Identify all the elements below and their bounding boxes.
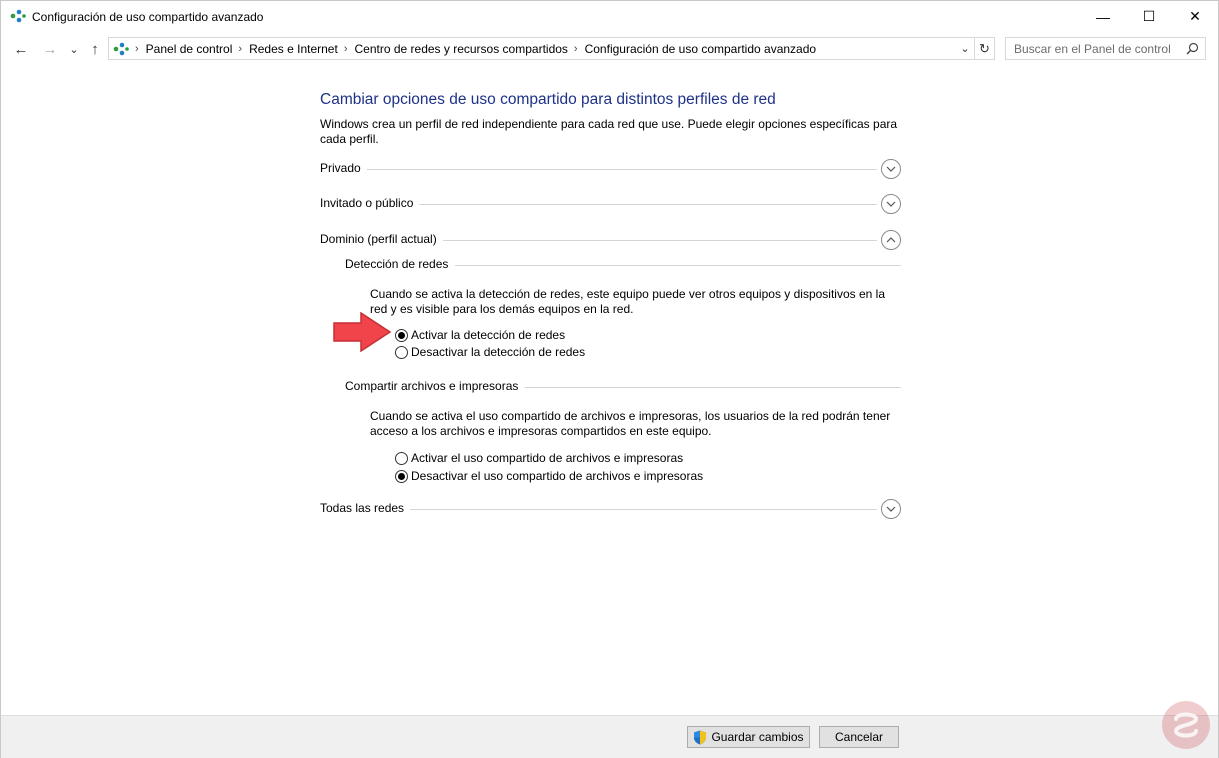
network-discovery-title: Detección de redes xyxy=(345,257,456,271)
profile-label: Invitado o público xyxy=(320,196,420,210)
radio-label[interactable]: Desactivar el uso compartido de archivos… xyxy=(411,469,703,483)
cancel-button[interactable]: Cancelar xyxy=(819,726,899,748)
radio-button[interactable] xyxy=(395,345,408,359)
window: Configuración de uso compartido avanzado… xyxy=(0,0,1219,758)
up-button[interactable]: ↑ xyxy=(85,39,105,59)
file-sharing-header: Compartir archivos e impresoras xyxy=(345,379,901,395)
divider xyxy=(320,169,877,170)
save-changes-label: Guardar cambios xyxy=(711,730,804,744)
search-box xyxy=(1005,37,1206,60)
expand-chevron-icon[interactable] xyxy=(881,159,901,179)
watermark-logo-icon xyxy=(1162,701,1210,749)
main-content: Cambiar opciones de uso compartido para … xyxy=(1,66,1218,715)
breadcrumb-separator[interactable]: › xyxy=(238,43,242,55)
radio-button[interactable] xyxy=(395,469,408,483)
profile-todas-las-redes[interactable]: Todas las redes xyxy=(320,499,901,523)
title-bar: Configuración de uso compartido avanzado… xyxy=(1,1,1218,32)
radio-network-discovery-on[interactable]: Activar la detección de redes xyxy=(395,327,565,343)
radio-network-discovery-off[interactable]: Desactivar la detección de redes xyxy=(395,344,585,360)
forward-button[interactable]: → xyxy=(40,39,60,59)
network-discovery-description: Cuando se activa la detección de redes, … xyxy=(370,287,885,316)
breadcrumb-configuracion-avanzada[interactable]: Configuración de uso compartido avanzado xyxy=(585,42,816,56)
collapse-chevron-icon[interactable] xyxy=(881,230,901,250)
maximize-button[interactable]: ☐ xyxy=(1126,1,1172,32)
breadcrumb-separator[interactable]: › xyxy=(574,43,578,55)
file-sharing-title: Compartir archivos e impresoras xyxy=(345,379,526,393)
radio-button[interactable] xyxy=(395,451,408,465)
radio-label[interactable]: Activar el uso compartido de archivos e … xyxy=(411,451,683,465)
radio-file-sharing-on[interactable]: Activar el uso compartido de archivos e … xyxy=(395,450,683,466)
address-dropdown-button[interactable]: ⌄ xyxy=(957,38,973,59)
footer: Guardar cambios Cancelar xyxy=(1,715,1218,758)
navigation-bar: ← → ⌄ ↑ › Panel de control › Redes e Int… xyxy=(1,32,1218,66)
profile-label: Todas las redes xyxy=(320,501,411,515)
network-discovery-header: Detección de redes xyxy=(345,257,901,273)
profile-privado[interactable]: Privado xyxy=(320,159,901,183)
radio-file-sharing-off[interactable]: Desactivar el uso compartido de archivos… xyxy=(395,468,703,484)
radio-button[interactable] xyxy=(395,328,408,342)
breadcrumb-centro-de-redes[interactable]: Centro de redes y recursos compartidos xyxy=(354,42,567,56)
search-icon[interactable] xyxy=(1186,42,1199,55)
breadcrumb-redes-e-internet[interactable]: Redes e Internet xyxy=(249,42,338,56)
breadcrumb-separator[interactable]: › xyxy=(344,43,348,55)
profile-label: Dominio (perfil actual) xyxy=(320,232,443,246)
window-title: Configuración de uso compartido avanzado xyxy=(32,10,264,24)
back-button[interactable]: ← xyxy=(11,39,31,59)
profile-label: Privado xyxy=(320,161,367,175)
profile-dominio[interactable]: Dominio (perfil actual) xyxy=(320,230,901,254)
address-bar[interactable]: › Panel de control › Redes e Internet › … xyxy=(108,37,995,60)
uac-shield-icon xyxy=(694,730,707,744)
breadcrumb: › Panel de control › Redes e Internet › … xyxy=(113,38,816,59)
recent-locations-button[interactable]: ⌄ xyxy=(64,39,84,59)
search-input[interactable] xyxy=(1006,38,1176,59)
refresh-button[interactable]: ↻ xyxy=(974,38,994,59)
breadcrumb-separator[interactable]: › xyxy=(135,43,139,55)
network-icon xyxy=(113,42,129,55)
profile-invitado-publico[interactable]: Invitado o público xyxy=(320,194,901,218)
page-intro: Windows crea un perfil de red independie… xyxy=(320,117,898,146)
file-sharing-description: Cuando se activa el uso compartido de ar… xyxy=(370,409,891,438)
expand-chevron-icon[interactable] xyxy=(881,194,901,214)
save-changes-button[interactable]: Guardar cambios xyxy=(687,726,810,748)
minimize-button[interactable]: — xyxy=(1080,1,1126,32)
page-title: Cambiar opciones de uso compartido para … xyxy=(320,91,776,108)
radio-label[interactable]: Desactivar la detección de redes xyxy=(411,345,585,359)
radio-label[interactable]: Activar la detección de redes xyxy=(411,328,565,342)
annotation-arrow-icon xyxy=(333,312,392,352)
breadcrumb-panel-de-control[interactable]: Panel de control xyxy=(146,42,233,56)
close-button[interactable]: ✕ xyxy=(1172,1,1218,32)
expand-chevron-icon[interactable] xyxy=(881,499,901,519)
network-app-icon xyxy=(10,9,26,23)
